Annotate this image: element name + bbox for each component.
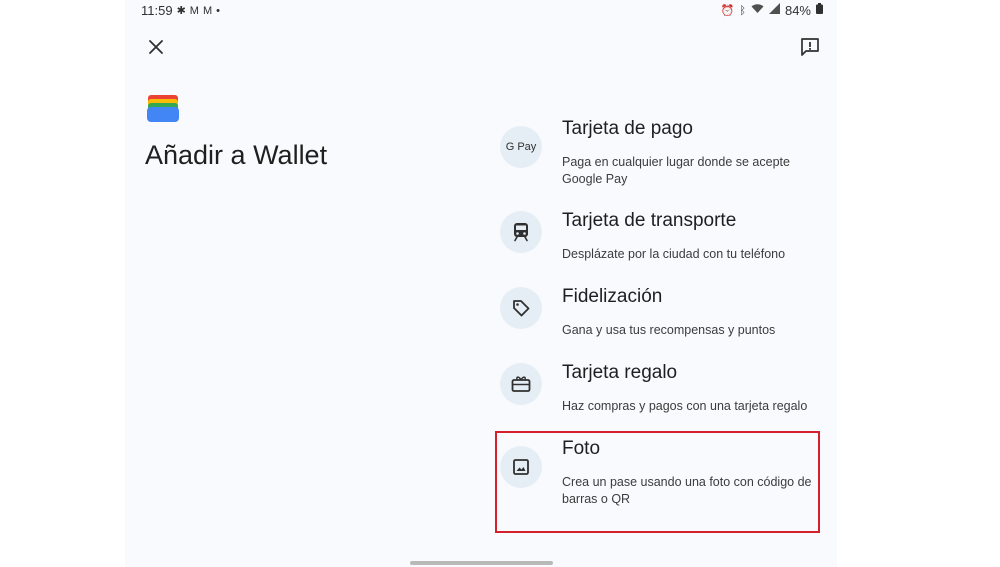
option-subtitle: Crea un pase usando una foto con código … [562, 475, 812, 506]
tag-icon [500, 287, 542, 329]
wallet-logo [147, 95, 179, 122]
gmail-icon: M [202, 4, 213, 17]
alarm-icon: ⏰ [720, 4, 735, 17]
status-bar: 11:59 ✱ M M • ⏰ ᛒ 84% [125, 0, 837, 22]
gpay-icon: G Pay [500, 126, 542, 168]
battery-icon [816, 3, 823, 18]
option-title: Tarjeta de transporte [562, 210, 737, 231]
option-title: Fidelización [562, 286, 663, 307]
wifi-icon [751, 3, 764, 18]
bluetooth-icon: ᛒ [739, 4, 746, 17]
gesture-nav-handle[interactable] [410, 561, 553, 565]
signal-icon [768, 3, 780, 18]
fan-icon: ✱ [176, 4, 186, 17]
status-bar-left: 11:59 ✱ M M • [141, 3, 220, 18]
close-icon [149, 40, 163, 54]
option-transit-card[interactable]: Tarjeta de transporte Desplázate por la … [500, 210, 830, 270]
gift-card-icon [500, 363, 542, 405]
battery-percent: 84% [784, 3, 811, 18]
photo-icon [500, 446, 542, 488]
status-time: 11:59 [141, 3, 173, 18]
option-subtitle: Gana y usa tus recompensas y puntos [562, 323, 776, 337]
close-button[interactable] [145, 36, 167, 58]
page-title: Añadir a Wallet [145, 140, 328, 170]
feedback-icon [801, 38, 819, 56]
train-icon [500, 211, 542, 253]
option-loyalty[interactable]: Fidelización Gana y usa tus recompensas … [500, 286, 830, 346]
option-title: Foto [562, 438, 601, 459]
option-photo[interactable]: Foto Crea un pase usando una foto con có… [500, 438, 830, 518]
option-payment-card[interactable]: G Pay Tarjeta de pago Paga en cualquier … [500, 118, 830, 193]
option-gift-card[interactable]: Tarjeta regalo Haz compras y pagos con u… [500, 362, 830, 422]
dot-icon: • [216, 4, 220, 17]
wallet-screen: 11:59 ✱ M M • ⏰ ᛒ 84% Añadir a Wallet G … [125, 0, 837, 567]
gmail-icon: M [189, 4, 199, 17]
status-bar-right: ⏰ ᛒ 84% [721, 3, 823, 18]
option-subtitle: Haz compras y pagos con una tarjeta rega… [562, 399, 808, 413]
option-subtitle: Desplázate por la ciudad con tu teléfono [562, 247, 786, 261]
option-subtitle: Paga en cualquier lugar donde se acepte … [562, 155, 790, 186]
option-title: Tarjeta regalo [562, 362, 678, 383]
gpay-icon-text: G Pay [505, 141, 537, 153]
feedback-button[interactable] [799, 36, 821, 58]
option-title: Tarjeta de pago [562, 118, 693, 139]
